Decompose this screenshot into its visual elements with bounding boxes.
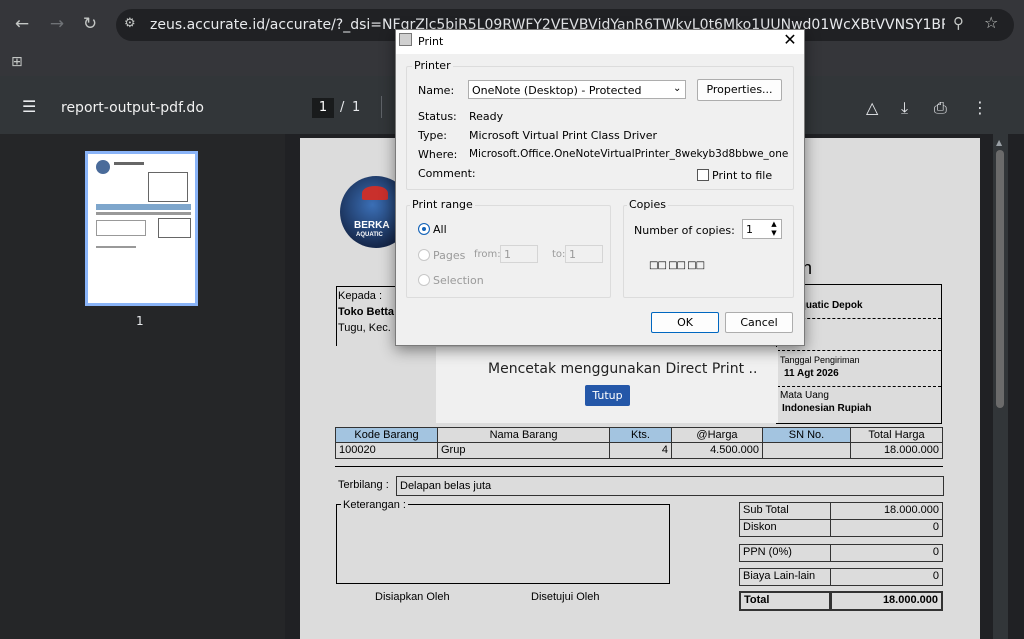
bookmark-star-icon[interactable]: ☆ — [984, 13, 998, 32]
properties-button[interactable]: Properties... — [697, 79, 782, 101]
printer-name: OneNote (Desktop) - Protected — [472, 84, 642, 97]
table-cell: 18.000.000 — [850, 442, 943, 459]
table-cell — [762, 442, 851, 459]
kepada-name: Toko Betta — [338, 306, 395, 318]
back-icon[interactable]: ← — [10, 14, 34, 34]
summary-label: Diskon — [739, 519, 831, 537]
table-cell: 4.500.000 — [671, 442, 763, 459]
direct-print-message: Mencetak menggunakan Direct Print .. — [488, 361, 758, 377]
page-thumbnail[interactable] — [85, 151, 198, 306]
toolbar-divider — [381, 96, 382, 118]
thumbnail-page-number: 1 — [136, 314, 144, 328]
print-dialog-titlebar — [396, 30, 804, 54]
keterangan-label: Keterangan : — [341, 499, 408, 511]
more-options-icon[interactable]: ⋮ — [972, 98, 988, 117]
range-all-label: All — [433, 223, 447, 236]
type-value: Microsoft Virtual Print Class Driver — [469, 129, 658, 142]
type-label: Type: — [418, 129, 447, 142]
summary-label: Sub Total — [739, 502, 831, 520]
summary-value: 0 — [830, 519, 943, 537]
total-value: 18.000.000 — [830, 591, 943, 611]
printer-group-label: Printer — [412, 59, 453, 72]
tanggal-value: 11 Agt 2026 — [784, 368, 839, 379]
mata-uang-label: Mata Uang — [780, 390, 829, 401]
col-harga: @Harga — [671, 427, 763, 443]
logo-text-2: AQUATIC — [356, 232, 383, 238]
print-range-label: Print range — [410, 198, 475, 211]
page-number-input[interactable]: 1 — [312, 98, 334, 118]
disetujui-label: Disetujui Oleh — [531, 591, 600, 603]
range-selection-label: Selection — [433, 274, 484, 287]
zoom-icon[interactable]: ⚲ — [953, 14, 964, 32]
collate-icon: □□ □□ □□ — [649, 260, 705, 271]
from-label: from: — [474, 249, 501, 260]
to-value: 1 — [569, 248, 576, 261]
print-icon[interactable]: ⎙ — [934, 98, 947, 118]
range-pages-radio[interactable] — [418, 249, 430, 261]
col-nama-barang: Nama Barang — [437, 427, 610, 443]
summary-value: 0 — [830, 544, 943, 562]
status-value: Ready — [469, 110, 504, 123]
col-kode-barang: Kode Barang — [335, 427, 438, 443]
name-label: Name: — [418, 84, 455, 97]
from-value: 1 — [504, 248, 511, 261]
range-all-radio[interactable] — [418, 223, 430, 235]
menu-icon[interactable]: ☰ — [22, 97, 36, 116]
reload-icon[interactable]: ↻ — [78, 14, 102, 34]
kepada-label: Kepada : — [338, 290, 383, 302]
range-selection-radio[interactable] — [418, 274, 430, 286]
forward-icon[interactable]: → — [45, 14, 69, 34]
summary-label: PPN (0%) — [739, 544, 831, 562]
table-cell: 4 — [609, 442, 672, 459]
table-row: 100020 — [335, 442, 438, 459]
disiapkan-label: Disiapkan Oleh — [375, 591, 450, 603]
terbilang-value: Delapan belas juta — [396, 476, 944, 496]
comment-label: Comment: — [418, 167, 476, 180]
print-to-file-checkbox[interactable] — [697, 169, 709, 181]
drive-add-icon[interactable]: △ — [866, 98, 878, 117]
logo-text: BERKA — [354, 220, 390, 231]
where-label: Where: — [418, 148, 458, 161]
keterangan-box — [336, 504, 670, 584]
col-kts: Kts. — [609, 427, 672, 443]
summary-label: Biaya Lain-lain — [739, 568, 831, 586]
total-label: Total — [739, 591, 831, 611]
printer-icon — [399, 33, 412, 46]
table-cell: Grup — [437, 442, 610, 459]
copies-spinner[interactable]: ▲ ▼ — [767, 220, 781, 238]
kepada-address: Tugu, Kec. — [338, 322, 391, 334]
tanggal-label: Tanggal Pengiriman — [780, 355, 860, 365]
close-button[interactable]: Tutup — [585, 385, 630, 406]
copies-count-label: Number of copies: — [634, 224, 735, 237]
col-total-harga: Total Harga — [850, 427, 943, 443]
cancel-button[interactable]: Cancel — [725, 312, 793, 333]
summary-value: 18.000.000 — [830, 502, 943, 520]
print-dialog-title: Print — [418, 35, 444, 48]
site-settings-icon[interactable]: ⚙ — [124, 16, 136, 31]
scrollbar-thumb[interactable] — [996, 150, 1004, 408]
status-label: Status: — [418, 110, 457, 123]
ok-button[interactable]: OK — [651, 312, 719, 333]
terbilang-label: Terbilang : — [338, 479, 389, 491]
download-icon[interactable]: ⤓ — [901, 98, 908, 118]
range-pages-label: Pages — [433, 249, 466, 262]
print-to-file-label: Print to file — [712, 169, 773, 182]
summary-value: 0 — [830, 568, 943, 586]
copies-value: 1 — [746, 223, 753, 236]
copies-label: Copies — [627, 198, 668, 211]
apps-grid-icon[interactable]: ⊞ — [11, 54, 23, 70]
where-value: Microsoft.Office.OneNoteVirtualPrinter_8… — [469, 148, 788, 160]
mata-uang-value: Indonesian Rupiah — [782, 403, 872, 414]
pdf-title: report-output-pdf.do — [61, 100, 204, 116]
page-separator: / — [340, 100, 345, 115]
chevron-down-icon[interactable]: ⌄ — [673, 83, 681, 94]
scroll-up-icon[interactable]: ▲ — [996, 138, 1002, 147]
close-icon[interactable]: ✕ — [780, 30, 800, 50]
to-label: to: — [552, 249, 566, 260]
page-total: 1 — [352, 100, 361, 115]
col-sn-no: SN No. — [762, 427, 851, 443]
